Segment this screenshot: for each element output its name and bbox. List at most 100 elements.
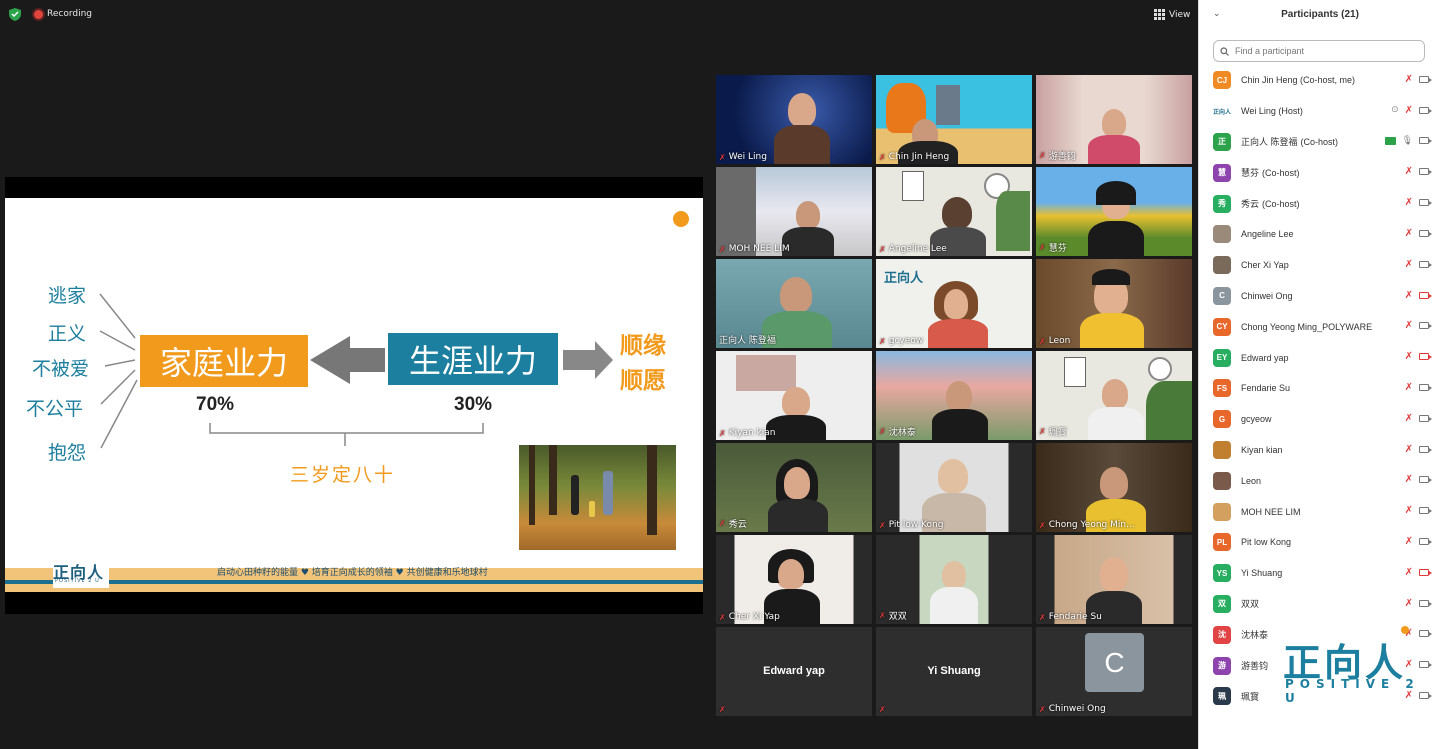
video-on-icon[interactable] [1384, 136, 1396, 145]
participant-name: 沈林泰 [1241, 630, 1269, 641]
participant-row[interactable]: 正向人 Wei Ling (Host) ⊙ ✗ [1199, 96, 1440, 127]
video-tile-no-video[interactable]: C ✗ Chinwei Ong [1036, 627, 1192, 716]
camera-icon[interactable] [1419, 76, 1432, 83]
participant-name: Angeline Lee [1241, 229, 1294, 240]
avatar [1213, 471, 1231, 490]
participant-name: Chinwei Ong [1241, 290, 1293, 301]
video-tile[interactable]: ✗ Fendarie Su [1036, 535, 1192, 624]
mic-muted-icon[interactable]: ✗ [1405, 598, 1413, 609]
mic-muted-icon[interactable]: ✗ [1405, 536, 1413, 547]
participant-row[interactable]: CY Chong Yeong Ming_POLYWARE ✗ [1199, 311, 1440, 342]
camera-icon[interactable] [1419, 168, 1432, 176]
mic-muted-icon[interactable]: ✗ [1405, 567, 1413, 578]
mic-muted-icon[interactable]: ✗ [1405, 228, 1413, 239]
view-button[interactable]: View [1154, 9, 1190, 20]
search-input[interactable] [1233, 45, 1417, 57]
camera-icon[interactable] [1419, 383, 1432, 391]
video-tile[interactable]: ✗ 游善钧 [1036, 75, 1192, 164]
participant-row[interactable]: 双双双 ✗ [1199, 589, 1440, 620]
participant-row[interactable]: Angeline Lee ✗ [1199, 219, 1440, 250]
video-gallery: ✗ Wei Ling ✗ Chin Jin Heng ✗ 游善钧 ✗ MOH NEE L… [716, 75, 1194, 716]
participant-row[interactable]: Kiyan kian ✗ [1199, 435, 1440, 466]
shield-icon[interactable] [9, 8, 21, 21]
mic-muted-icon[interactable]: ✗ [1405, 290, 1413, 301]
right-word-1: 顺缘 [620, 332, 666, 359]
camera-icon[interactable] [1419, 291, 1432, 299]
participant-row[interactable]: C Chinwei Ong ✗ [1199, 281, 1440, 312]
camera-icon[interactable] [1419, 568, 1432, 576]
video-tile[interactable]: ✗ Angeline Lee [876, 167, 1032, 256]
participant-row[interactable]: EY Edward yap ✗ [1199, 342, 1440, 373]
camera-icon[interactable] [1419, 137, 1432, 145]
mic-icon[interactable]: 🎙 [1402, 136, 1413, 146]
participant-name: Fendarie Su [1241, 383, 1291, 394]
video-tile[interactable]: ✗ Chong Yeong Min... [1036, 443, 1192, 532]
video-tile[interactable]: ✗ Leon [1036, 259, 1192, 348]
video-tile[interactable]: ✗ Pit low Kong [876, 443, 1032, 532]
participant-row[interactable]: YS Yi Shuang ✗ [1199, 558, 1440, 589]
video-tile[interactable]: ✗ Cher Xi Yap [716, 535, 872, 624]
camera-icon[interactable] [1419, 414, 1432, 422]
video-tile[interactable]: ✗ 慧芬 [1036, 167, 1192, 256]
mic-muted-icon[interactable]: ✗ [1405, 105, 1413, 116]
mic-muted-icon[interactable]: ✗ [1405, 166, 1413, 177]
participant-row[interactable]: 慧慧芬 (Co-host) ✗ [1199, 157, 1440, 188]
video-tile[interactable]: ✗ 双双 [876, 535, 1032, 624]
video-tile-no-video[interactable]: Yi Shuang ✗ [876, 627, 1032, 716]
participant-row[interactable]: Ggcyeow ✗ [1199, 404, 1440, 435]
mic-muted-icon[interactable]: ✗ [1405, 351, 1413, 362]
participant-row[interactable]: PL Pit low Kong ✗ [1199, 527, 1440, 558]
mic-muted-icon: ✗ [1039, 520, 1046, 530]
mic-muted-icon[interactable]: ✗ [1405, 505, 1413, 516]
video-tile[interactable]: ✗ Wei Ling [716, 75, 872, 164]
mic-muted-icon[interactable]: ✗ [1405, 382, 1413, 393]
camera-icon[interactable] [1419, 353, 1432, 361]
video-tile[interactable]: 正向人 ✗ gcyeow [876, 259, 1032, 348]
camera-icon[interactable] [1419, 106, 1432, 114]
video-tile[interactable]: ✗ MOH NEE LIM [716, 167, 872, 256]
video-tile[interactable]: ✗ 沈林泰 [876, 351, 1032, 440]
shared-screen[interactable]: 逃家 正义 不被爱 不公平 抱怨 家庭业力 生涯业力 顺缘 顺愿 70% 30%… [5, 177, 703, 614]
camera-icon[interactable] [1419, 537, 1432, 545]
avatar: 游 [1213, 656, 1231, 675]
participant-role: (Co-host) [1300, 136, 1339, 147]
participant-row[interactable]: Cher Xi Yap ✗ [1199, 250, 1440, 281]
camera-icon[interactable] [1419, 229, 1432, 237]
mic-muted-icon: ✗ [719, 612, 726, 622]
camera-icon[interactable] [1419, 199, 1432, 207]
mic-muted-icon[interactable]: ✗ [1405, 444, 1413, 455]
video-tile-no-video[interactable]: Edward yap ✗ [716, 627, 872, 716]
mic-muted-icon[interactable]: ✗ [1405, 74, 1413, 85]
participant-name: Chin Jin Heng (Co-host, me) [1241, 75, 1356, 86]
mic-muted-icon[interactable]: ✗ [1405, 197, 1413, 208]
video-tile-active-speaker[interactable]: 正向人 陈登福 [716, 259, 872, 348]
mic-muted-icon[interactable]: ✗ [1405, 320, 1413, 331]
video-tile[interactable]: ✗ Kiyan kian [716, 351, 872, 440]
participant-name: Cher Xi Yap [1241, 260, 1289, 271]
camera-icon[interactable] [1419, 260, 1432, 268]
video-tile[interactable]: ✗ 珮寳 [1036, 351, 1192, 440]
participant-row[interactable]: 正正向人 陈登福 (Co-host) 🎙 [1199, 127, 1440, 158]
avatar: C [1213, 286, 1231, 305]
participant-row[interactable]: FS Fendarie Su ✗ [1199, 373, 1440, 404]
mic-muted-icon[interactable]: ✗ [1405, 259, 1413, 270]
camera-icon[interactable] [1419, 507, 1432, 515]
participant-row[interactable]: MOH NEE LIM ✗ [1199, 496, 1440, 527]
mic-muted-icon: ✗ [1039, 151, 1046, 160]
camera-icon[interactable] [1419, 445, 1432, 453]
participant-name: 慧芬 [1241, 168, 1260, 179]
participant-row[interactable]: CJ Chin Jin Heng (Co-host, me) ✗ [1199, 65, 1440, 96]
camera-icon[interactable] [1419, 476, 1432, 484]
pct-left: 70% [196, 394, 235, 415]
participant-row[interactable]: 秀秀云 (Co-host) ✗ [1199, 188, 1440, 219]
video-tile[interactable]: ✗ Chin Jin Heng [876, 75, 1032, 164]
mic-muted-icon[interactable]: ✗ [1405, 474, 1413, 485]
recording-indicator[interactable]: Recording [34, 9, 92, 19]
participant-row[interactable]: Leon ✗ [1199, 465, 1440, 496]
camera-icon[interactable] [1419, 322, 1432, 330]
search-field[interactable] [1213, 40, 1425, 62]
mic-muted-icon[interactable]: ✗ [1405, 413, 1413, 424]
mic-muted-icon: ✗ [719, 152, 726, 162]
camera-icon[interactable] [1419, 599, 1432, 607]
video-tile[interactable]: ✗ 秀云 [716, 443, 872, 532]
